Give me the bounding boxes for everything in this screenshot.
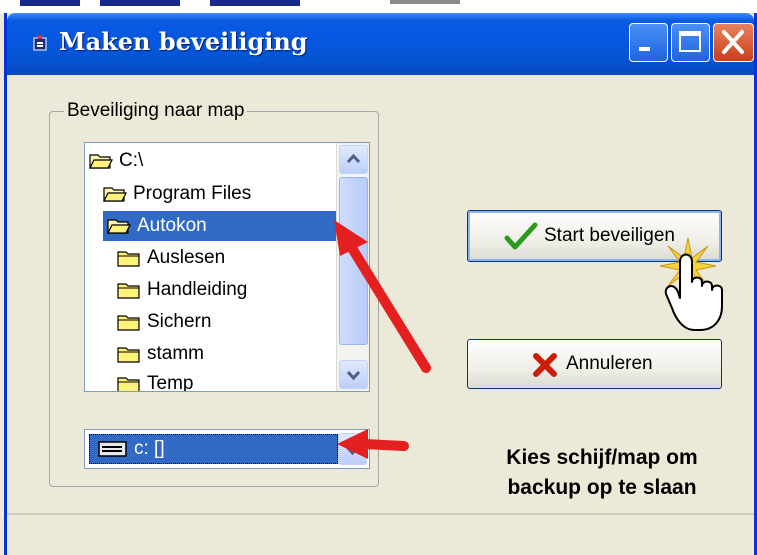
drive-select-value: c: [] — [89, 434, 338, 464]
dialog-window: Maken beveiliging Beveiliging naar map C… — [4, 13, 757, 555]
minimize-icon — [639, 47, 650, 51]
chevron-down-icon — [345, 445, 360, 456]
close-icon — [722, 30, 744, 54]
check-icon — [504, 222, 538, 250]
folder-closed-icon — [117, 315, 140, 331]
red-x-icon — [533, 353, 557, 377]
folder-closed-icon — [117, 347, 140, 363]
hard-drive-icon — [98, 441, 127, 457]
folder-open-icon — [107, 219, 131, 234]
background-strip — [0, 0, 757, 14]
close-button[interactable] — [713, 23, 754, 62]
folder-closed-icon — [117, 283, 140, 299]
folder-closed-icon — [117, 377, 140, 391]
background-fragment — [20, 0, 80, 6]
title-bar[interactable]: Maken beveiliging — [7, 13, 754, 75]
groupbox-legend: Beveiliging naar map — [64, 100, 248, 122]
folder-closed-icon — [117, 251, 140, 267]
start-backup-button[interactable]: Start beveiligen — [467, 210, 722, 262]
maximize-button[interactable] — [671, 23, 710, 62]
instruction-text: Kies schijf/map om backup op te slaan — [506, 446, 698, 499]
window-title: Maken beveiliging — [59, 27, 308, 56]
folder-open-icon — [103, 187, 127, 202]
app-icon — [33, 35, 47, 51]
chevron-up-icon — [346, 153, 361, 164]
tree-item-handleiding[interactable]: Handleiding — [117, 275, 251, 305]
scroll-up-button[interactable] — [339, 145, 368, 174]
minimize-button[interactable] — [629, 23, 668, 62]
folder-tree[interactable]: C:\ Program Files Autokon Auslesen Handl… — [84, 142, 370, 392]
tree-item-stamm[interactable]: stamm — [117, 339, 208, 369]
tree-item-program-files[interactable]: Program Files — [103, 179, 255, 209]
background-fragment — [210, 0, 300, 6]
maximize-icon — [679, 31, 701, 52]
tree-item-autokon[interactable]: Autokon — [103, 211, 337, 241]
drive-dropdown-button[interactable] — [338, 433, 367, 465]
tree-item-temp[interactable]: Temp — [117, 369, 197, 391]
drive-select[interactable]: c: [] — [84, 429, 370, 469]
tree-item-auslesen[interactable]: Auslesen — [117, 243, 229, 273]
background-fragment — [100, 0, 180, 6]
tree-scrollbar[interactable] — [336, 143, 369, 391]
status-area — [7, 513, 754, 555]
background-fragment — [390, 0, 460, 4]
tree-item-root[interactable]: C:\ — [89, 146, 147, 176]
scroll-down-button[interactable] — [339, 360, 368, 389]
dialog-client-area: Beveiliging naar map C:\ Program Files A… — [7, 75, 754, 555]
cancel-button[interactable]: Annuleren — [467, 339, 722, 389]
chevron-down-icon — [346, 370, 361, 381]
tree-item-sichern[interactable]: Sichern — [117, 307, 215, 337]
scroll-thumb[interactable] — [339, 177, 368, 345]
folder-open-icon — [89, 154, 113, 169]
